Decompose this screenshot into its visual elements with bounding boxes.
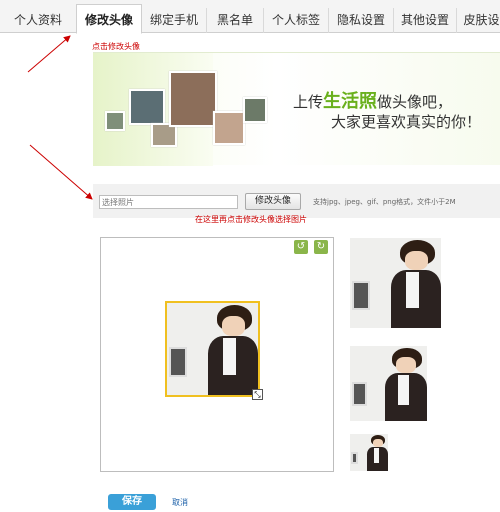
arrow-to-input <box>29 144 93 200</box>
arrow-to-tab <box>27 35 71 73</box>
annotation-arrows <box>27 35 93 200</box>
